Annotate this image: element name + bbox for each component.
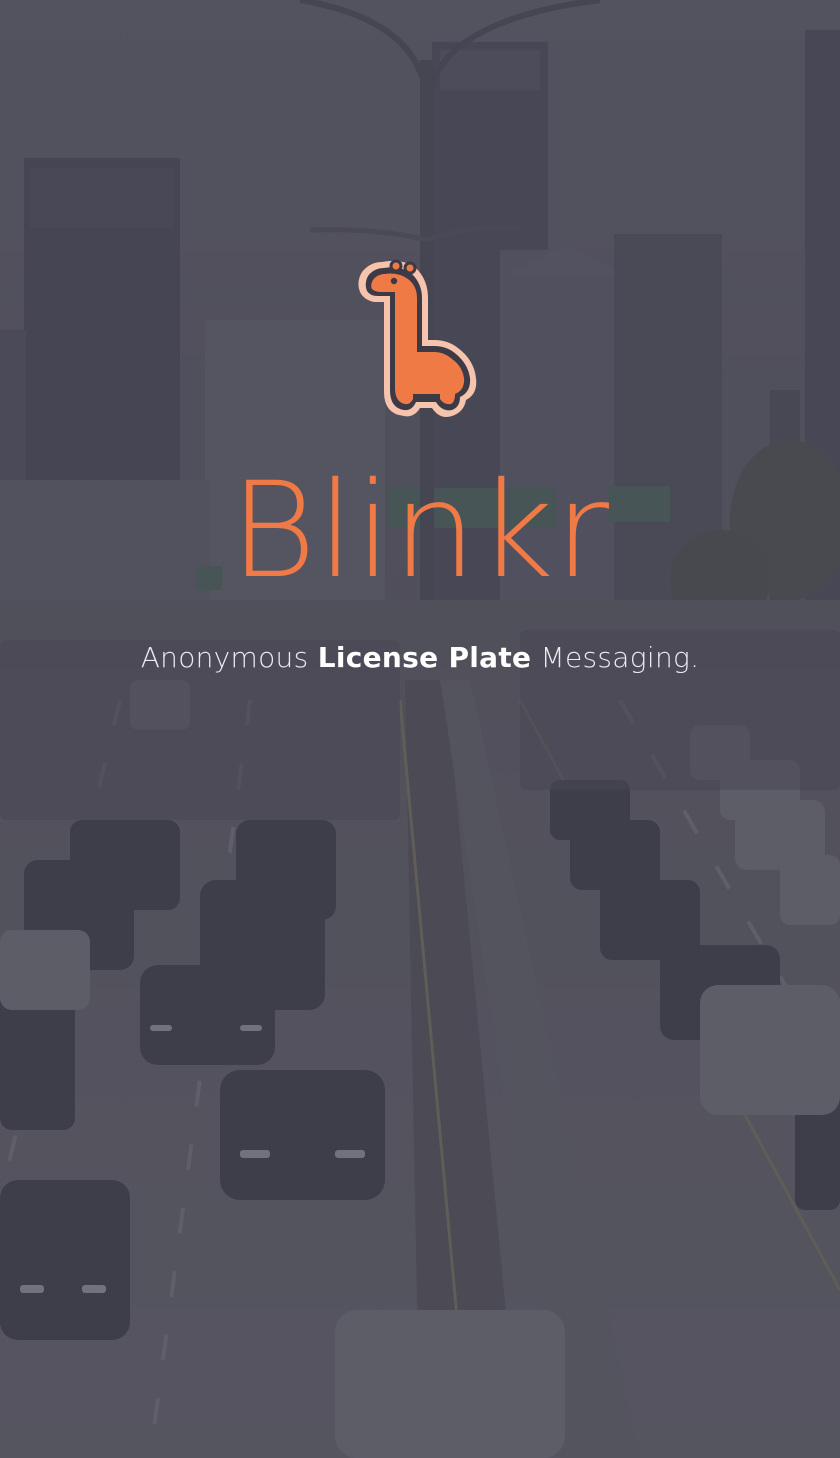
tagline-suffix: Messaging. [531, 641, 700, 674]
tagline: Anonymous License Plate Messaging. [0, 640, 840, 676]
splash-screen: Blinkr Anonymous License Plate Messaging… [0, 0, 840, 1458]
background-tint [0, 0, 840, 1458]
tagline-emphasis: License Plate [317, 641, 532, 674]
giraffe-icon [358, 259, 477, 417]
tagline-prefix: Anonymous [140, 641, 318, 674]
app-title: Blinkr [229, 454, 611, 608]
